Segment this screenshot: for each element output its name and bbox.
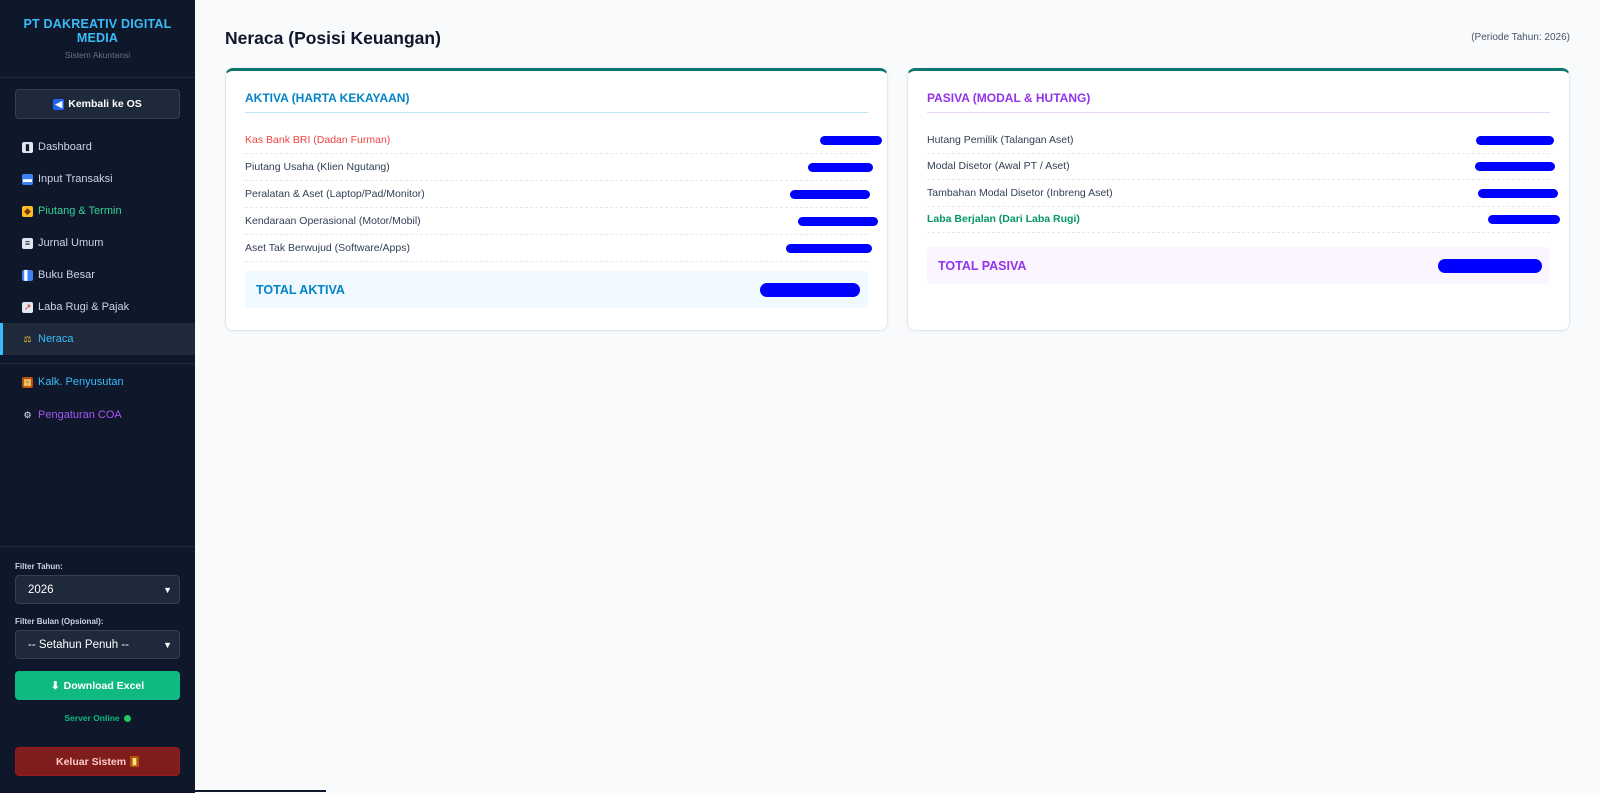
filter-month-label: Filter Bulan (Opsional):	[15, 617, 104, 626]
nav-label: Piutang & Termin	[38, 205, 122, 217]
nav-item-buku-besar[interactable]: ▌ Buku Besar	[0, 259, 195, 291]
logout-label: Keluar Sistem	[56, 755, 127, 768]
redacted-total	[760, 282, 860, 297]
nav-label: Neraca	[38, 333, 74, 345]
sidebar: PT DAKREATIV DIGITAL MEDIA Sistem Akunta…	[0, 0, 195, 793]
bar-chart-icon: ▮	[22, 141, 33, 153]
chevron-down-icon: ▼	[163, 639, 172, 650]
period-label: (Periode Tahun: 2026)	[1471, 32, 1570, 43]
server-status-label: Server Online	[64, 713, 120, 723]
aktiva-card: AKTIVA (HARTA KEKAYAAN) Kas Bank BRI (Da…	[225, 68, 888, 331]
pasiva-row-label: Modal Disetor (Awal PT / Aset)	[927, 160, 1070, 172]
aktiva-title: AKTIVA (HARTA KEKAYAAN)	[245, 91, 868, 113]
aktiva-row-label: Peralatan & Aset (Laptop/Pad/Monitor)	[245, 188, 425, 200]
brand: PT DAKREATIV DIGITAL MEDIA Sistem Akunta…	[0, 0, 195, 78]
aktiva-row-label: Kendaraan Operasional (Motor/Mobil)	[245, 215, 421, 227]
redacted-value	[786, 243, 872, 253]
aktiva-row-label: Piutang Usaha (Klien Ngutang)	[245, 161, 390, 173]
book-icon: ▌	[22, 269, 33, 281]
filter-year-value: 2026	[28, 583, 54, 596]
nav-label: Pengaturan COA	[38, 409, 122, 421]
nav-item-piutang-termin[interactable]: ◆ Piutang & Termin	[0, 195, 195, 227]
brand-subtitle: Sistem Akuntansi	[64, 50, 131, 60]
total-pasiva: TOTAL PASIVA	[927, 247, 1550, 284]
aktiva-row: Kas Bank BRI (Dadan Furman)	[245, 127, 882, 154]
total-pasiva-label: TOTAL PASIVA	[938, 258, 1027, 273]
redacted-value	[1488, 214, 1560, 224]
total-aktiva-label: TOTAL AKTIVA	[256, 282, 345, 297]
nav-item-dashboard[interactable]: ▮ Dashboard	[0, 131, 195, 163]
bottom-scrollbar[interactable]	[40, 790, 326, 792]
brand-name: PT DAKREATIV DIGITAL MEDIA	[23, 17, 172, 45]
redacted-value	[790, 189, 870, 199]
nav-item-jurnal-umum[interactable]: ≡ Jurnal Umum	[0, 227, 195, 259]
aktiva-row-label: Aset Tak Berwujud (Software/Apps)	[245, 242, 410, 254]
redacted-value	[798, 216, 878, 226]
redacted-value	[1476, 135, 1554, 145]
filter-month-select[interactable]: -- Setahun Penuh -- ▼	[15, 630, 180, 659]
nav-label: Jurnal Umum	[38, 237, 104, 249]
card-icon: ▬	[22, 173, 33, 185]
download-excel-button[interactable]: ⬇ Download Excel	[15, 671, 180, 700]
pasiva-row: Laba Berjalan (Dari Laba Rugi)	[927, 206, 1560, 233]
tag-icon: ◆	[22, 205, 33, 217]
status-dot-icon	[123, 714, 131, 722]
nav-item-kalk-penyusutan[interactable]: ▦ Kalk. Penyusutan	[0, 366, 195, 398]
filter-month-value: -- Setahun Penuh --	[28, 638, 130, 651]
pasiva-row: Modal Disetor (Awal PT / Aset)	[927, 153, 1555, 180]
redacted-value	[820, 135, 882, 145]
filter-divider	[0, 546, 195, 547]
nav-label: Kalk. Penyusutan	[38, 376, 124, 388]
aktiva-row: Kendaraan Operasional (Motor/Mobil)	[245, 208, 878, 235]
pasiva-row: Tambahan Modal Disetor (Inbreng Aset)	[927, 180, 1558, 207]
scale-icon: ⚖	[23, 333, 32, 344]
nav-label: Dashboard	[38, 141, 92, 153]
nav-label: Input Transaksi	[38, 173, 113, 185]
nav-divider	[0, 363, 195, 364]
download-excel-label: Download Excel	[63, 679, 145, 692]
aktiva-row-label: Kas Bank BRI (Dadan Furman)	[245, 134, 391, 146]
nav-item-input-transaksi[interactable]: ▬ Input Transaksi	[0, 163, 195, 195]
back-to-os-button[interactable]: ◀ Kembali ke OS	[15, 89, 180, 119]
aktiva-row: Piutang Usaha (Klien Ngutang)	[245, 154, 873, 181]
pasiva-row: Hutang Pemilik (Talangan Aset)	[927, 127, 1554, 154]
page-title: Neraca (Posisi Keuangan)	[225, 28, 441, 48]
aktiva-row: Aset Tak Berwujud (Software/Apps)	[245, 235, 872, 262]
pasiva-card: PASIVA (MODAL & HUTANG) Hutang Pemilik (…	[907, 68, 1570, 331]
pasiva-row-label: Hutang Pemilik (Talangan Aset)	[927, 134, 1074, 146]
pasiva-title: PASIVA (MODAL & HUTANG)	[927, 91, 1550, 113]
filter-year-label: Filter Tahun:	[15, 562, 63, 571]
nav-item-laba-rugi[interactable]: ↗ Laba Rugi & Pajak	[0, 291, 195, 323]
ledger-icon: ≡	[22, 237, 33, 249]
redacted-value	[808, 162, 873, 172]
redacted-total	[1438, 258, 1542, 273]
gear-icon: ⚙	[23, 409, 32, 420]
pasiva-row-label: Laba Berjalan (Dari Laba Rugi)	[927, 213, 1080, 225]
redacted-value	[1478, 188, 1558, 198]
server-status: Server Online	[0, 713, 195, 723]
nav-item-neraca[interactable]: ⚖ Neraca	[0, 323, 195, 355]
back-to-os-label: Kembali ke OS	[68, 98, 142, 110]
pasiva-row-label: Tambahan Modal Disetor (Inbreng Aset)	[927, 187, 1113, 199]
chevron-down-icon: ▼	[163, 584, 172, 595]
aktiva-row: Peralatan & Aset (Laptop/Pad/Monitor)	[245, 181, 870, 208]
download-icon: ⬇	[50, 679, 60, 692]
nav-label: Laba Rugi & Pajak	[38, 301, 130, 313]
total-aktiva: TOTAL AKTIVA	[245, 271, 868, 308]
nav-item-pengaturan-coa[interactable]: ⚙ Pengaturan COA	[0, 399, 195, 431]
arrow-left-icon: ◀	[53, 98, 65, 110]
abacus-icon: ▦	[22, 376, 33, 388]
logout-button[interactable]: Keluar Sistem ▮	[15, 747, 180, 776]
trend-icon: ↗	[22, 301, 33, 313]
door-icon: ▮	[130, 756, 139, 767]
filter-year-select[interactable]: 2026 ▼	[15, 575, 180, 604]
nav-label: Buku Besar	[38, 269, 95, 281]
redacted-value	[1475, 161, 1555, 171]
